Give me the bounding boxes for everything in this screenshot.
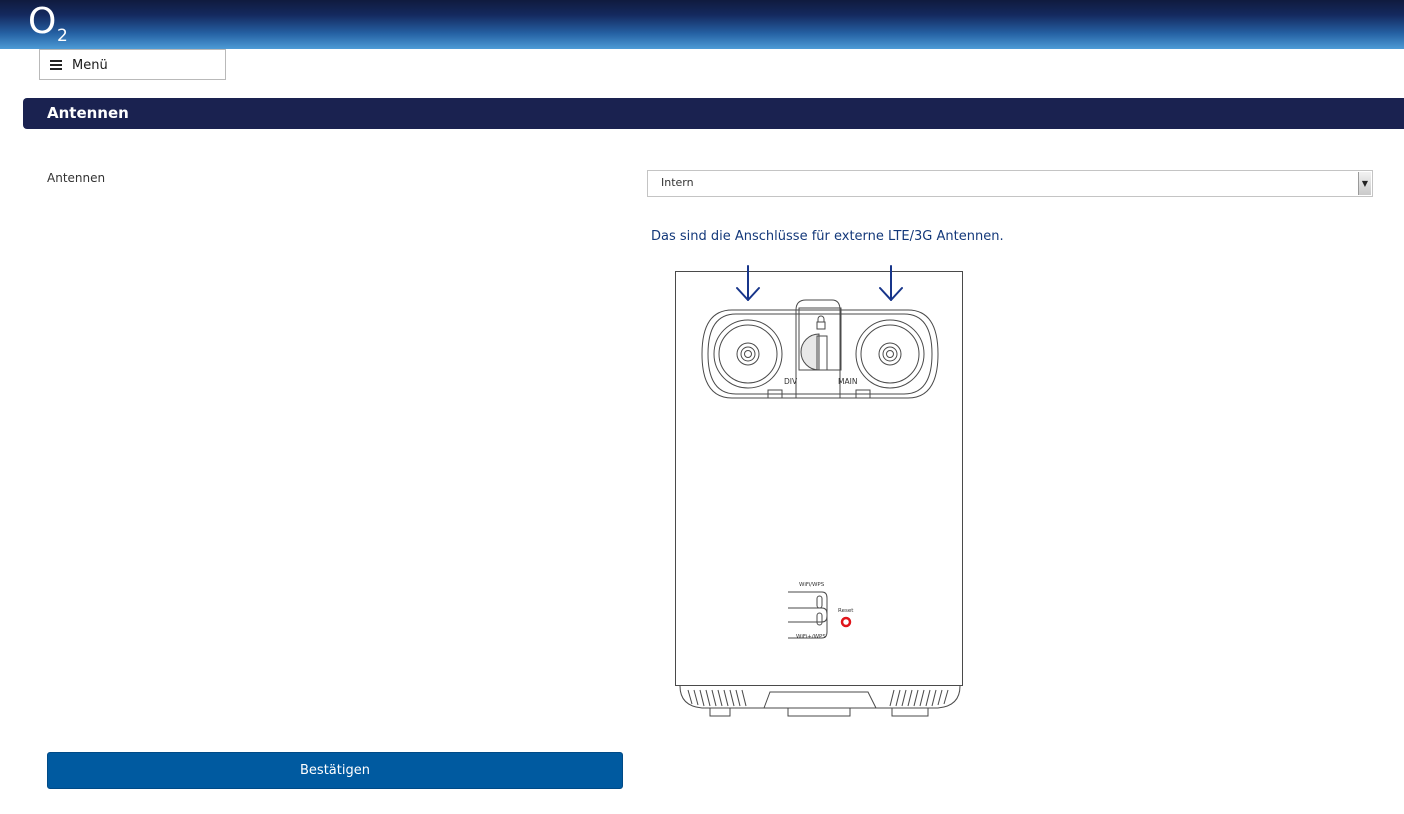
reset-label: Reset xyxy=(838,608,854,614)
antenna-select-value: Intern xyxy=(661,176,694,189)
logo-subscript: 2 xyxy=(57,26,68,46)
section-header: Antennen xyxy=(23,98,1404,129)
wifi-wps-label: WiFi/WPS xyxy=(799,582,825,588)
main-port-label: MAIN xyxy=(838,377,857,386)
hamburger-icon xyxy=(50,60,62,70)
menu-label: Menü xyxy=(72,58,108,73)
router-back-diagram: DIV MAIN WiFi/WPS WiFi+/WPS Reset xyxy=(675,265,963,717)
menu-button[interactable]: Menü xyxy=(39,49,226,80)
main-port xyxy=(855,319,925,389)
confirm-button-label: Bestätigen xyxy=(300,763,370,778)
antenna-field-label: Antennen xyxy=(47,171,106,185)
top-header-bar: O 2 xyxy=(0,0,1404,49)
reset-button xyxy=(840,616,852,628)
confirm-button[interactable]: Bestätigen xyxy=(47,752,623,789)
div-port-label: DIV xyxy=(784,377,798,386)
div-port xyxy=(713,319,783,389)
section-title: Antennen xyxy=(47,104,129,122)
dropdown-arrow-icon[interactable]: ▼ xyxy=(1358,172,1371,195)
antenna-info-text: Das sind die Anschlüsse für externe LTE/… xyxy=(651,229,1004,244)
o2-logo: O 2 xyxy=(28,1,68,46)
antenna-select[interactable]: Intern ▼ xyxy=(647,170,1373,197)
wifi-plus-wps-label: WiFi+/WPS xyxy=(796,634,826,640)
logo-letter: O xyxy=(28,1,56,42)
